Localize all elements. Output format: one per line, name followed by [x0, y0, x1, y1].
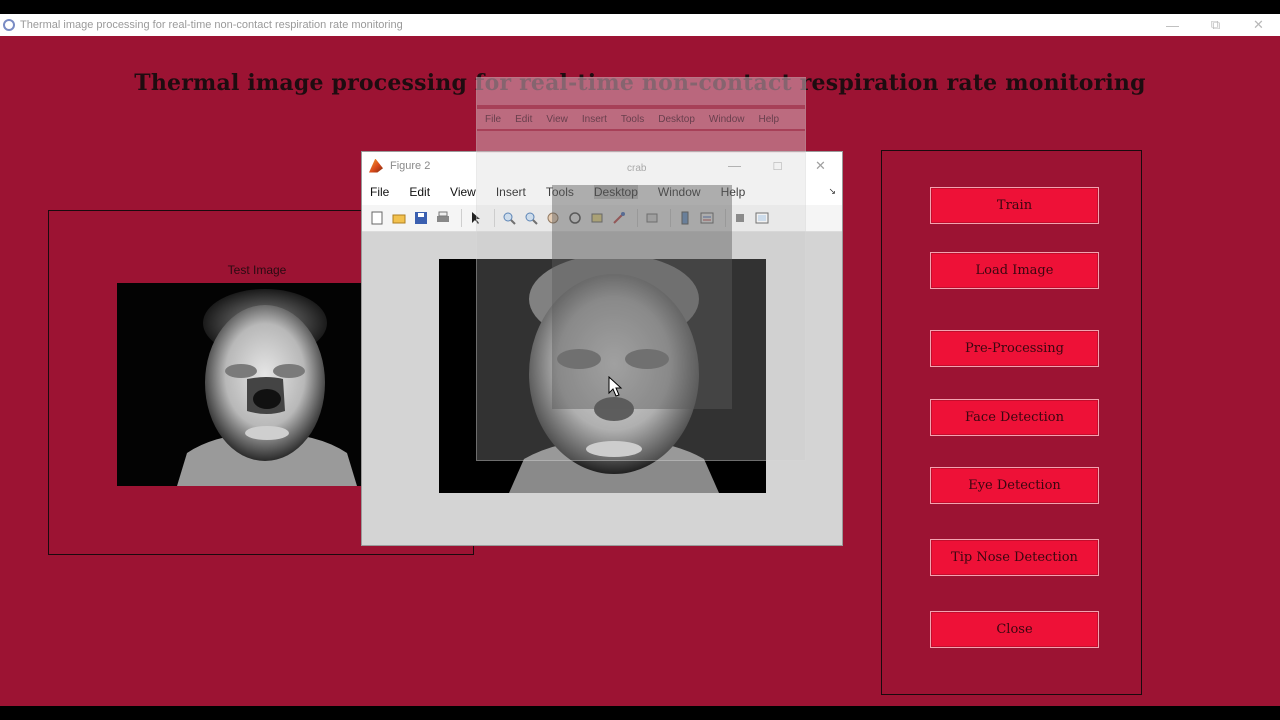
- save-icon[interactable]: [412, 209, 430, 227]
- window-titlebar: Thermal image processing for real-time n…: [0, 14, 1280, 36]
- window-title: Thermal image processing for real-time n…: [20, 19, 403, 31]
- figure-title: Figure 2: [390, 159, 431, 172]
- app-icon: [3, 19, 15, 31]
- new-figure-icon[interactable]: [368, 209, 386, 227]
- minimize-icon[interactable]: —: [1151, 14, 1194, 36]
- ghost-menu-file: File: [485, 113, 502, 125]
- toolbar-separator: [461, 209, 462, 227]
- restore-icon[interactable]: ⧉: [1194, 14, 1237, 36]
- ghost-menu-help: Help: [758, 113, 780, 125]
- print-icon[interactable]: [434, 209, 452, 227]
- matlab-logo-icon: [369, 158, 383, 173]
- ghost-menu-desktop: Desktop: [658, 113, 695, 125]
- ghost-menu-window: Window: [708, 113, 745, 125]
- eye-detection-button[interactable]: Eye Detection: [930, 467, 1099, 504]
- ghost-menu-insert: Insert: [581, 113, 607, 125]
- window-controls: — ⧉ ✕: [1151, 14, 1280, 36]
- tip-nose-detection-button[interactable]: Tip Nose Detection: [930, 539, 1099, 576]
- face-detection-button[interactable]: Face Detection: [930, 399, 1099, 436]
- ghost-menu-tools: Tools: [620, 113, 645, 125]
- close-button[interactable]: Close: [930, 611, 1099, 648]
- face-thermal-graphic: [117, 283, 363, 486]
- screen-top-bar: [0, 0, 1280, 14]
- ghost-menu-view: View: [546, 113, 568, 125]
- ghost-image: [552, 185, 732, 409]
- ghost-titlebar: [477, 78, 805, 105]
- ghost-menu-edit: Edit: [515, 113, 533, 125]
- ghost-menubar: File Edit View Insert Tools Desktop Wind…: [477, 109, 805, 129]
- pre-processing-button[interactable]: Pre-Processing: [930, 330, 1099, 367]
- actions-panel: Train Load Image Pre-Processing Face Det…: [881, 150, 1142, 695]
- train-button[interactable]: Train: [930, 187, 1099, 224]
- screen-bottom-bar: [0, 706, 1280, 720]
- menu-file[interactable]: File: [370, 185, 389, 199]
- ghost-toolbar: [477, 131, 805, 153]
- load-image-button[interactable]: Load Image: [930, 252, 1099, 289]
- menu-view[interactable]: View: [450, 185, 476, 199]
- mouse-cursor-icon: [608, 376, 623, 397]
- close-icon[interactable]: ✕: [1237, 14, 1280, 36]
- ghost-label: crab: [627, 163, 647, 174]
- open-icon[interactable]: [390, 209, 408, 227]
- ghost-window-overlay: File Edit View Insert Tools Desktop Wind…: [476, 77, 806, 461]
- menu-edit[interactable]: Edit: [409, 185, 430, 199]
- thermal-test-image: [117, 283, 363, 486]
- dock-arrow-icon[interactable]: ↘: [828, 186, 836, 197]
